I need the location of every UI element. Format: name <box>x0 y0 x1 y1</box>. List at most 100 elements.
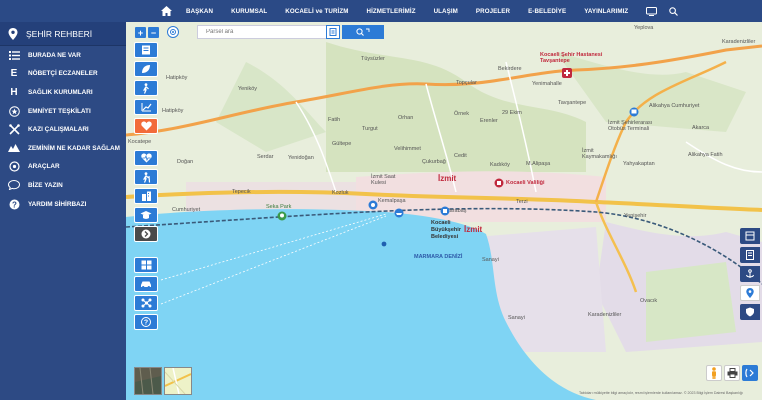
ferry-marker-icon[interactable] <box>394 208 404 218</box>
sidebar-item-label: BİZE YAZIN <box>28 181 63 189</box>
map-label-karadenizliler: Karadenizliler <box>722 39 756 45</box>
help-tool-button[interactable]: ? <box>134 314 158 330</box>
layers-icon <box>142 45 150 55</box>
car-icon <box>8 161 20 173</box>
nav-kurumsal[interactable]: KURUMSAL <box>231 8 267 15</box>
police-icon <box>8 105 20 117</box>
heart-icon <box>140 121 152 131</box>
clock-tower-marker-icon[interactable] <box>368 200 378 210</box>
nav-projeler[interactable]: PROJELER <box>476 8 510 15</box>
sidebar-item-burada-ne-var[interactable]: BURADA NE VAR <box>0 46 126 65</box>
map-label-alikahya-cumhuriyet: Alikahya Cumhuriyet <box>649 103 700 109</box>
map-label-yenisehir: Yenişehir <box>624 213 647 219</box>
map-label-kemalpasa: Kemalpaşa <box>378 198 406 204</box>
street-basemap-thumbnail[interactable] <box>164 367 192 395</box>
map-label-belediye: Kocaeli Büyükşehir Belediyesi <box>431 220 461 240</box>
parcel-search-input[interactable] <box>206 29 326 35</box>
map-label-fatih: Fatih <box>328 117 341 123</box>
print-button[interactable] <box>724 365 740 381</box>
graduation-cap-icon <box>140 211 152 219</box>
street-view-button[interactable] <box>706 365 722 381</box>
map-label-kaymakam: İzmit Kaymakamlığı <box>582 148 617 160</box>
sidebar-item-emniyet-teskilati[interactable]: EMNİYET TEŞKİLATI <box>0 102 126 121</box>
network-icon <box>141 298 151 308</box>
education-tool-button[interactable] <box>134 207 158 223</box>
map-tools-icon <box>141 260 151 270</box>
search-button[interactable] <box>342 25 384 39</box>
anchor-panel-button[interactable] <box>740 266 760 282</box>
map-label-yenidogan: Yenidoğan <box>288 155 314 161</box>
map-tools-button[interactable] <box>134 257 158 273</box>
sidebar-item-label: NÖBETÇİ ECZANELER <box>28 70 98 78</box>
sidebar-item-nobetci-eczaneler[interactable]: E NÖBETÇİ ECZANELER <box>0 65 126 84</box>
hiking-icon <box>142 171 151 183</box>
document-panel-button[interactable] <box>740 247 760 263</box>
car-tool-button[interactable] <box>134 276 158 292</box>
buildings-tool-button[interactable] <box>134 188 158 204</box>
shield-icon <box>746 307 754 317</box>
map-label-29-ekim: 29 Ekim <box>502 110 522 116</box>
chart-icon <box>141 103 151 112</box>
nav-e-belediye[interactable]: E-BELEDİYE <box>528 8 566 15</box>
nav-kocaeli-turizm[interactable]: KOCAELİ ve TURİZM <box>285 8 348 15</box>
help-icon: ? <box>141 317 151 327</box>
leaf-tool-button[interactable] <box>134 61 158 77</box>
park-marker-icon[interactable] <box>277 211 287 221</box>
municipality-marker-icon[interactable] <box>440 206 450 216</box>
document-icon <box>746 250 754 260</box>
map-label-malipasa: M.Alipaşa <box>526 161 551 167</box>
zoom-in-button[interactable]: + <box>135 27 146 38</box>
layers-tool-button[interactable] <box>134 42 158 58</box>
sidebar-item-kazi-calismalari[interactable]: KAZI ÇALIŞMALARI <box>0 120 126 139</box>
sidebar-item-araclar[interactable]: ARAÇLAR <box>0 158 126 177</box>
map-view[interactable]: İzmit İzmit MARMARA DENİZİ Kocaeli Şehir… <box>126 22 762 400</box>
anchor-icon <box>746 269 754 278</box>
search-icon[interactable] <box>669 6 679 16</box>
locate-me-button[interactable] <box>167 26 179 38</box>
satellite-basemap-thumbnail[interactable] <box>134 367 162 395</box>
measure-tool-button[interactable] <box>134 99 158 115</box>
bus-station-marker-icon[interactable] <box>629 107 639 117</box>
nav-ulasim[interactable]: ULAŞIM <box>434 8 458 15</box>
government-marker-icon[interactable] <box>494 178 504 188</box>
search-options-button[interactable] <box>326 25 340 39</box>
location-panel-button[interactable] <box>740 285 760 301</box>
walk-tool-button[interactable] <box>134 80 158 96</box>
favorites-tool-button[interactable] <box>134 118 158 134</box>
nav-yayinlarimiz[interactable]: YAYINLARIMIZ <box>584 8 628 15</box>
map-label-sanayi-2: Sanayi <box>508 315 525 321</box>
hospital-icon: H <box>10 86 18 98</box>
nav-hizmetlerimiz[interactable]: HİZMETLERİMİZ <box>367 8 416 15</box>
zoom-out-button[interactable]: − <box>148 27 159 38</box>
map-label-kocatepe: Kocatepe <box>128 139 152 145</box>
sidebar-item-label: BURADA NE VAR <box>28 51 81 59</box>
health-tool-button[interactable] <box>134 150 158 166</box>
network-tool-button[interactable] <box>134 295 158 311</box>
sidebar-item-zeminim[interactable]: ZEMİNİM NE KADAR SAĞLAM <box>0 139 126 158</box>
home-icon[interactable] <box>160 5 172 17</box>
nav-baskan[interactable]: BAŞKAN <box>186 8 213 15</box>
expand-tool-button[interactable] <box>134 226 158 242</box>
tv-icon[interactable] <box>646 6 658 16</box>
map-label-kozluk: Kozluk <box>332 190 349 196</box>
sidebar-item-bize-yazin[interactable]: BİZE YAZIN <box>0 176 126 195</box>
map-label-valilik: Kocaeli Valiliği <box>506 180 545 186</box>
map-label-alikahya-fatih: Alikahya Fatih <box>688 152 723 158</box>
svg-text:?: ? <box>12 200 17 209</box>
sidebar-item-saglik-kurumlari[interactable]: H SAĞLIK KURUMLARI <box>0 83 126 102</box>
map-label-hatipkoy-2: Hatipköy <box>162 108 184 114</box>
sidebar-item-yardim-sihirbazi[interactable]: ? YARDIM SİHİRBAZI <box>0 195 126 214</box>
map-label-sanayi: Sanayi <box>482 257 499 263</box>
hospital-marker-icon[interactable] <box>562 68 572 78</box>
share-button[interactable] <box>742 365 758 381</box>
map-label-ornek: Örnek <box>454 111 469 117</box>
hiking-tool-button[interactable] <box>134 169 158 185</box>
parcel-search-box[interactable] <box>197 25 339 39</box>
location-pin-icon <box>8 27 18 40</box>
map-label-turgut: Turgut <box>362 126 378 132</box>
map-label-cedit: Cedit <box>454 153 467 159</box>
map-label-yeplova: Yeplova <box>634 25 654 31</box>
print-panel-button[interactable] <box>740 228 760 244</box>
crosshair-icon <box>170 29 176 35</box>
shield-panel-button[interactable] <box>740 304 760 320</box>
